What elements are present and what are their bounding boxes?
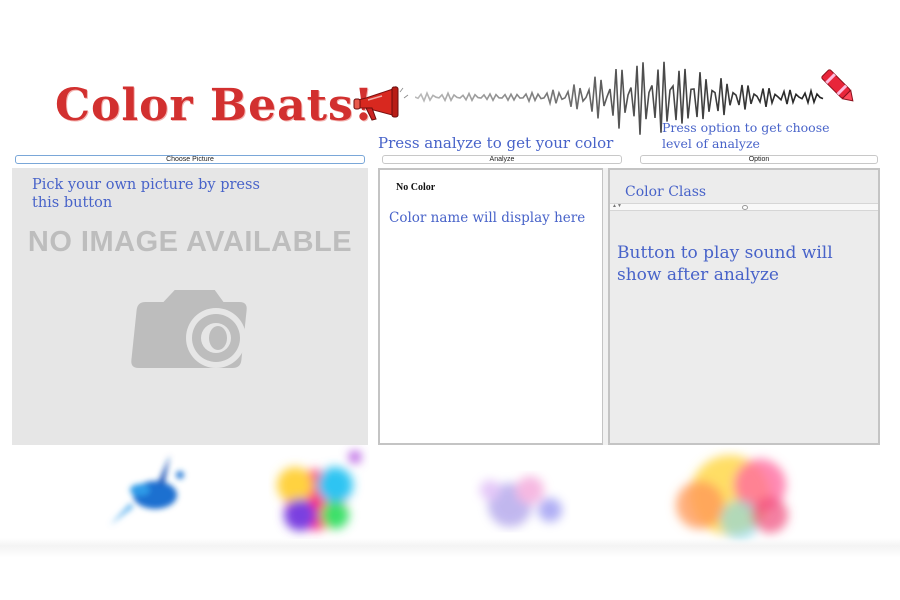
- no-image-placeholder: NO IMAGE AVAILABLE: [27, 226, 353, 258]
- play-sound-hint: Button to play sound will show after ana…: [617, 243, 833, 285]
- option-hint: Press option to get choose level of anal…: [662, 120, 862, 152]
- camera-icon: [131, 290, 247, 368]
- color-name-hint: Color name will display here: [389, 210, 586, 226]
- pick-picture-instruction: Pick your own picture by press this butt…: [32, 177, 260, 211]
- color-class-panel: Color Class ▲▼ Button to play sound will…: [608, 168, 880, 445]
- option-hint-line-1: Press option to get choose: [662, 120, 830, 135]
- analyze-button[interactable]: Analyze: [382, 155, 622, 164]
- paint-splash-decoration: [110, 451, 788, 540]
- analyze-hint: Press analyze to get your color: [378, 134, 614, 152]
- picture-panel: Pick your own picture by press this butt…: [12, 168, 368, 445]
- slider-arrows-icon[interactable]: ▲▼: [612, 203, 622, 209]
- color-name-value: No Color: [396, 182, 436, 193]
- app-title: Color Beats!: [55, 80, 375, 131]
- bottom-fade: [0, 538, 900, 558]
- slider-knob[interactable]: [742, 205, 748, 210]
- option-button[interactable]: Option: [640, 155, 878, 164]
- choose-picture-button[interactable]: Choose Picture: [15, 155, 365, 164]
- megaphone-icon: [353, 85, 409, 121]
- color-name-panel: No Color Color name will display here: [378, 168, 604, 445]
- option-hint-line-2: level of analyze: [662, 136, 760, 151]
- color-class-label: Color Class: [625, 184, 707, 200]
- crayon-icon: [821, 69, 854, 102]
